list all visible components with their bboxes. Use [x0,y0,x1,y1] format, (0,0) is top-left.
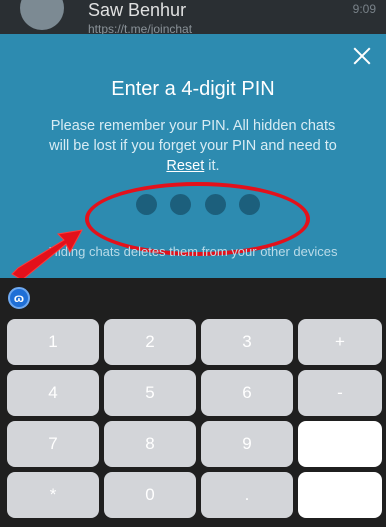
avatar [20,0,64,30]
close-icon[interactable] [350,44,374,68]
pin-dialog: Enter a 4-digit PIN Please remember your… [0,34,386,278]
pin-message-end: it. [204,158,220,174]
key-1[interactable]: 1 [7,319,99,365]
key-5[interactable]: 5 [104,370,196,416]
pin-message-text: Please remember your PIN. All hidden cha… [49,118,337,154]
key-3[interactable]: 3 [201,319,293,365]
pin-title: Enter a 4-digit PIN [111,78,275,100]
key-enter[interactable] [298,472,382,518]
background-chat-row: Saw Benhur https://t.me/joinchat 9:09 [0,0,386,36]
chat-name: Saw Benhur [88,0,187,20]
pin-message: Please remember your PIN. All hidden cha… [48,116,338,176]
numeric-keypad: 1 2 3 + 4 5 6 - 7 8 9 * 0 . [0,316,386,527]
key-9[interactable]: 9 [201,421,293,467]
key-period[interactable]: . [201,472,293,518]
key-4[interactable]: 4 [7,370,99,416]
key-backspace[interactable] [298,421,382,467]
keyboard-switcher-icon[interactable]: ɷ [8,287,30,309]
pin-hint: Hiding chats deletes them from your othe… [48,244,338,259]
reset-link[interactable]: Reset [166,158,204,174]
key-0[interactable]: 0 [104,472,196,518]
key-7[interactable]: 7 [7,421,99,467]
key-6[interactable]: 6 [201,370,293,416]
keyboard-toolbar: ɷ [0,278,386,316]
key-2[interactable]: 2 [104,319,196,365]
key-8[interactable]: 8 [104,421,196,467]
key-plus[interactable]: + [298,319,382,365]
key-minus[interactable]: - [298,370,382,416]
chat-time: 9:09 [352,2,376,16]
key-star[interactable]: * [7,472,99,518]
